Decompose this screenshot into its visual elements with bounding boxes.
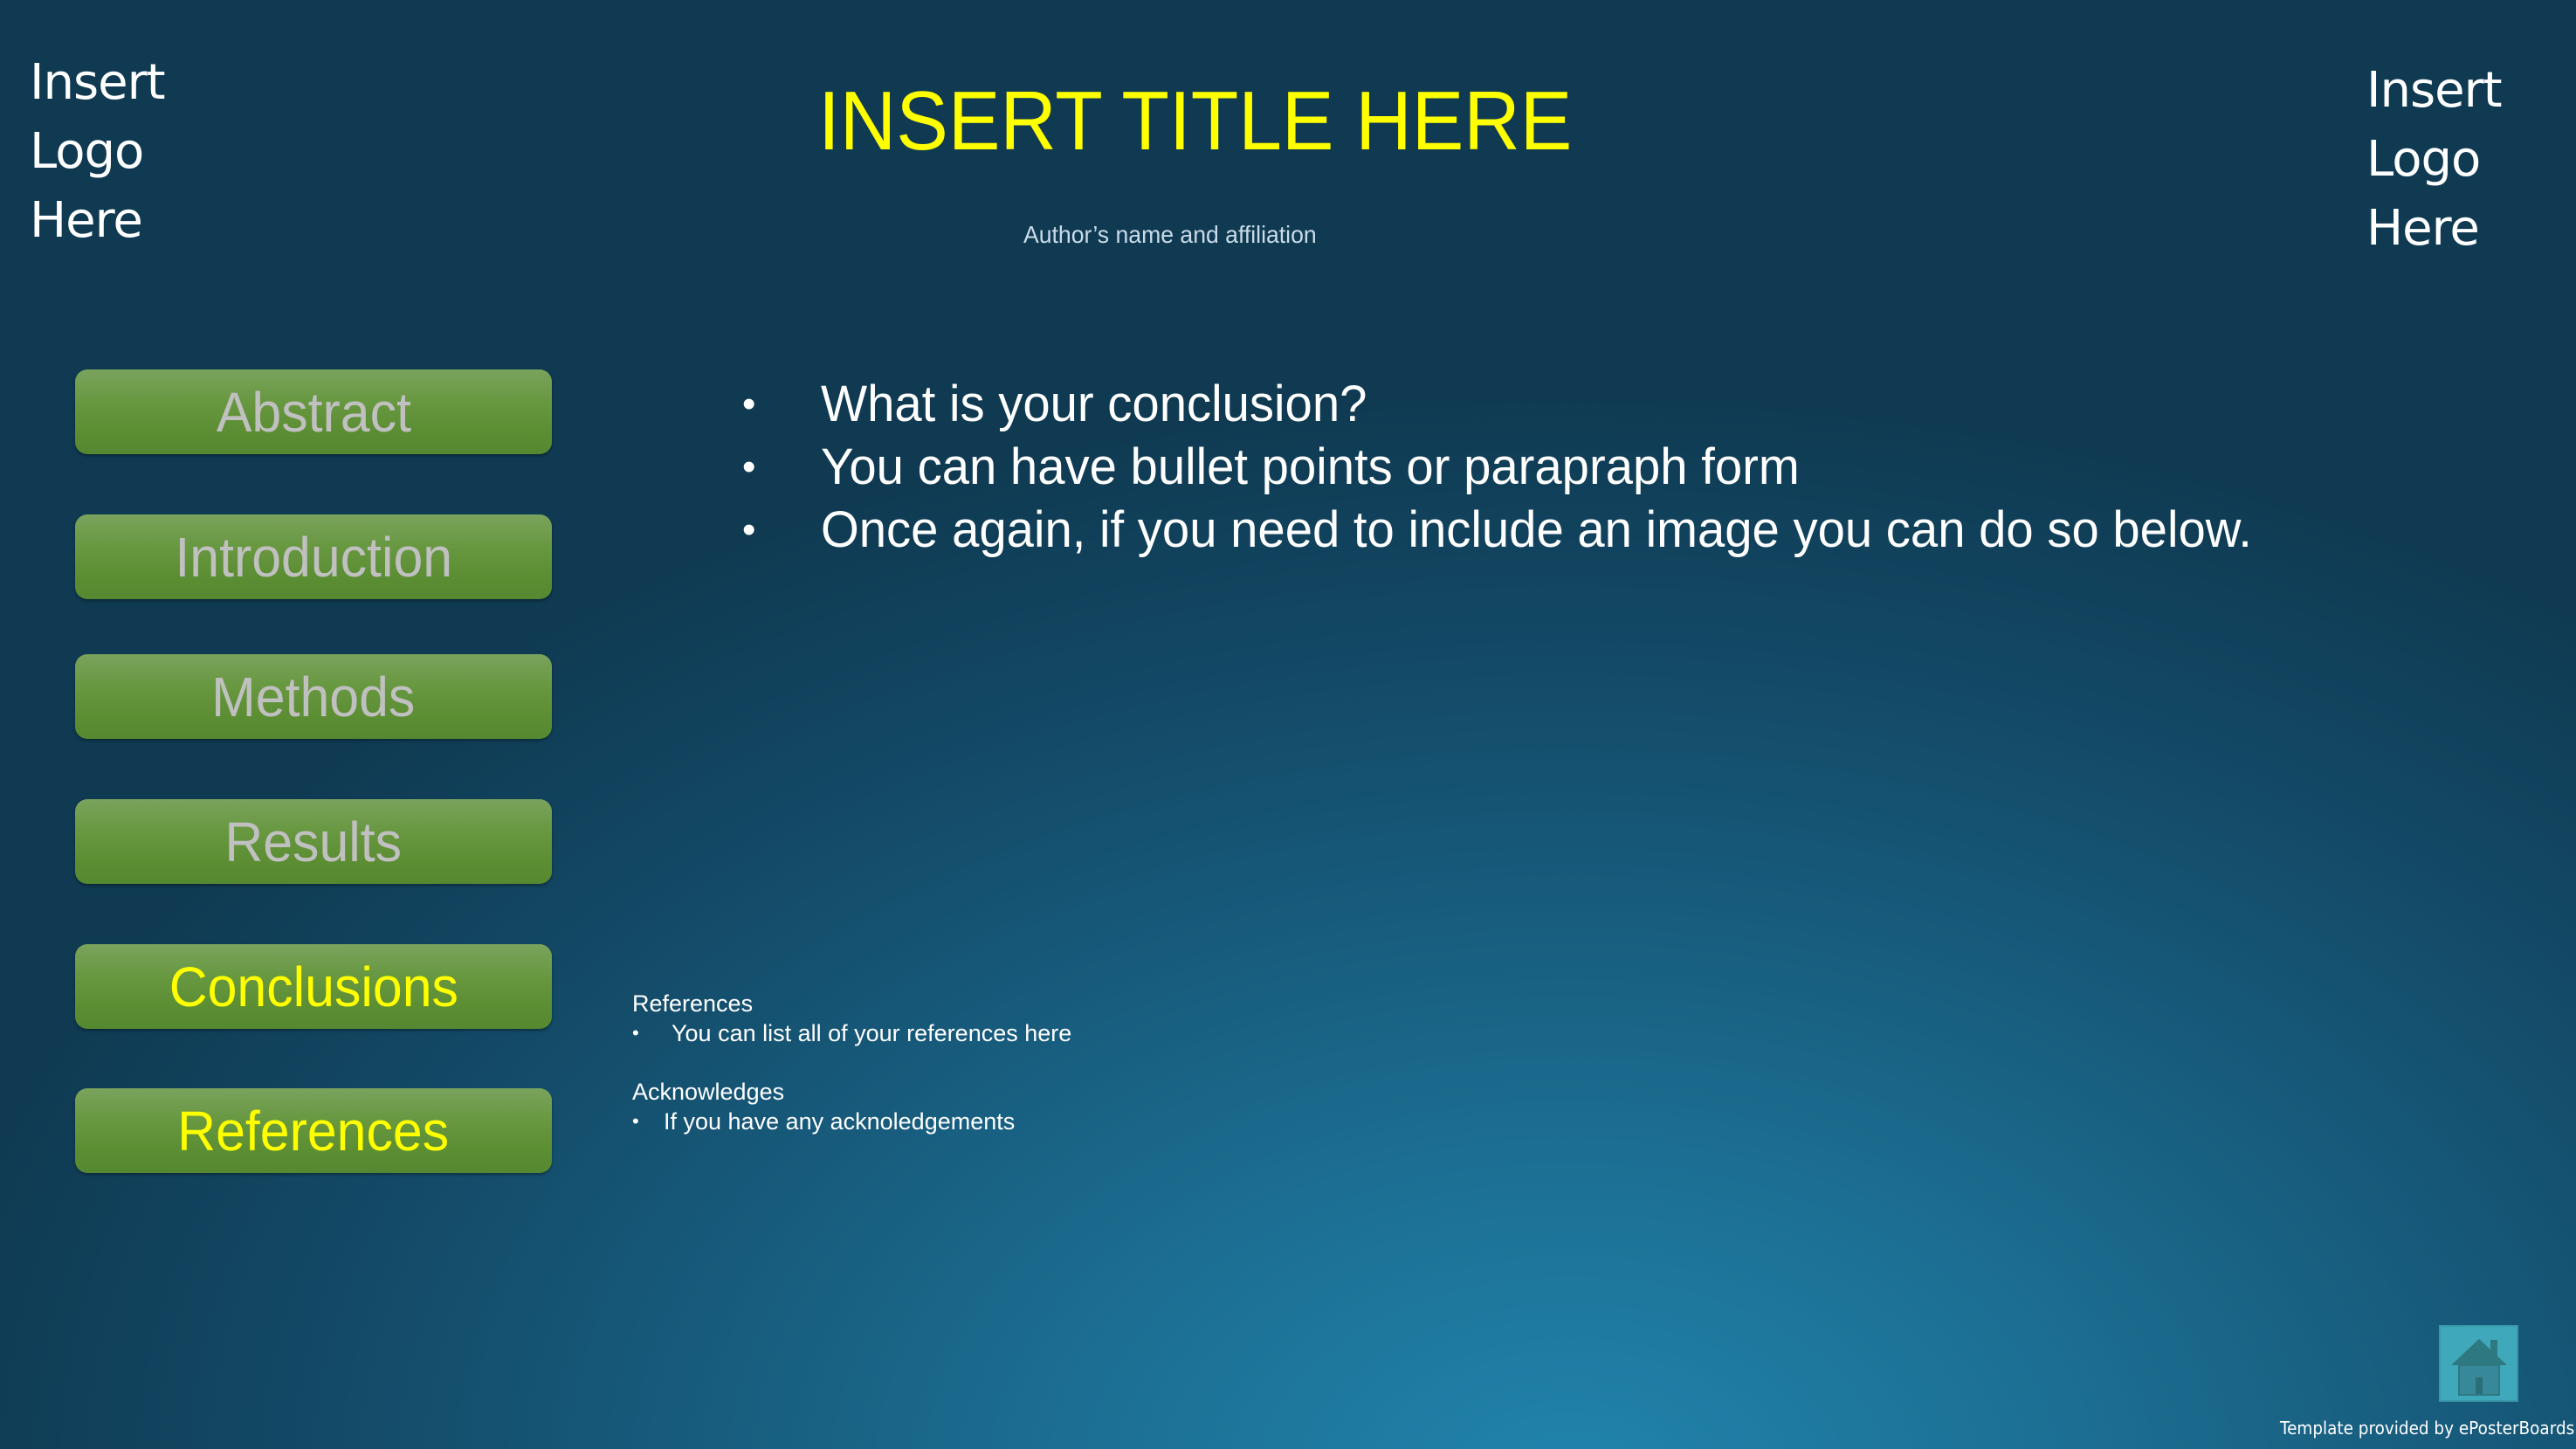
logo-placeholder-right: Insert Logo Here [2366, 56, 2503, 263]
references-heading: References [632, 990, 754, 1017]
nav-button-label: References [177, 1099, 450, 1163]
bullet-item: • You can have bullet points or paraprap… [734, 436, 2297, 499]
bullet-text: You can have bullet points or parapraph … [821, 438, 1800, 495]
nav-button-conclusions[interactable]: Conclusions [75, 944, 552, 1029]
logo-left-line-3: Here [30, 192, 143, 249]
nav-button-results[interactable]: Results [75, 799, 552, 884]
bullet-glyph: • [742, 508, 756, 551]
acknowledgement-item: • If you have any acknoledgements [632, 1107, 1071, 1136]
bullet-text: Once again, if you need to include an im… [821, 501, 2252, 558]
nav-button-label: Introduction [175, 525, 452, 589]
logo-right-line-3: Here [2366, 200, 2480, 257]
reference-item: • You can list all of your references he… [632, 1018, 1071, 1048]
home-button[interactable] [2439, 1325, 2518, 1402]
logo-left-line-1: Insert [30, 54, 166, 111]
acknowledgement-text: If you have any acknoledgements [664, 1108, 1016, 1135]
references-block: References • You can list all of your re… [632, 989, 1071, 1136]
reference-text: You can list all of your references here [672, 1020, 1072, 1046]
nav-button-label: Methods [211, 665, 416, 728]
logo-right-line-2: Logo [2366, 131, 2481, 188]
logo-left-line-2: Logo [30, 123, 144, 180]
bullet-item: • Once again, if you need to include an … [734, 499, 2297, 562]
bullet-glyph: • [632, 1110, 639, 1132]
nav-button-label: Abstract [216, 380, 411, 444]
nav-button-methods[interactable]: Methods [75, 654, 552, 739]
bullet-glyph: • [632, 1022, 639, 1044]
logo-placeholder-left: Insert Logo Here [30, 48, 166, 255]
nav-button-abstract[interactable]: Abstract [75, 369, 552, 454]
logo-right-line-1: Insert [2366, 62, 2503, 119]
bullet-text: What is your conclusion? [821, 376, 1367, 432]
home-icon [2451, 1339, 2507, 1396]
bullet-item: • What is your conclusion? [734, 373, 2297, 436]
author-affiliation: Author’s name and affiliation [1023, 221, 1317, 248]
bullet-glyph: • [742, 383, 756, 425]
acknowledgements-heading: Acknowledges [632, 1079, 785, 1105]
nav-button-label: Conclusions [169, 955, 458, 1018]
nav-button-introduction[interactable]: Introduction [75, 514, 552, 599]
template-credit: Template provided by ePosterBoards [2280, 1418, 2575, 1439]
nav-button-label: Results [224, 810, 403, 873]
conclusion-bullet-list: • What is your conclusion? • You can hav… [734, 373, 2297, 562]
nav-button-references[interactable]: References [75, 1088, 552, 1173]
bullet-glyph: • [742, 445, 756, 488]
poster-title: INSERT TITLE HERE [818, 74, 1573, 168]
